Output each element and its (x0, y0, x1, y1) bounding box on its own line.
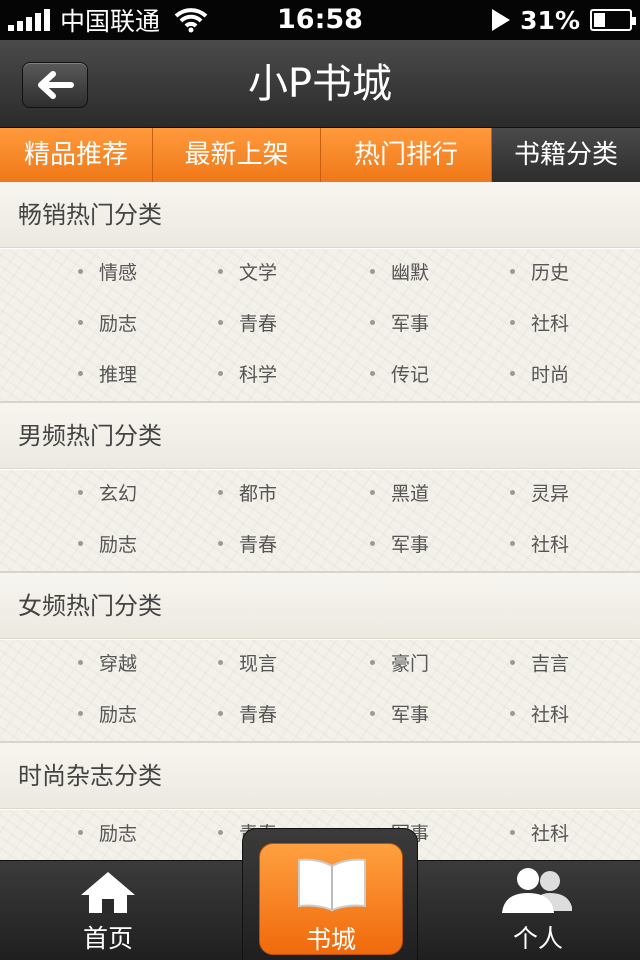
category-list[interactable]: 畅销热门分类 情感 文学 幽默 历史 励志 青春 军事 社科 推理 科学 传记 … (0, 182, 640, 860)
tabbar-me-label: 个人 (512, 924, 563, 953)
section-title: 时尚杂志分类 (0, 743, 640, 809)
category-item[interactable]: 励志 (78, 299, 137, 350)
category-item[interactable]: 穿越 (78, 639, 137, 690)
open-book-icon (298, 858, 366, 912)
category-item[interactable]: 军事 (370, 690, 429, 741)
play-icon (492, 9, 511, 31)
category-grid: 穿越 现言 豪门 吉言 励志 青春 军事 社科 (0, 639, 640, 743)
category-item[interactable]: 现言 (218, 639, 277, 690)
back-arrow-icon (38, 71, 74, 99)
tabbar-bookstore-frame: 书城 (242, 828, 418, 960)
category-item[interactable]: 文学 (218, 248, 277, 299)
page-title: 小P书城 (247, 61, 393, 107)
grid-row: 情感 文学 幽默 历史 (0, 248, 640, 299)
tabbar-home[interactable]: 首页 (28, 861, 188, 960)
carrier-name: 中国联通 (60, 7, 161, 36)
battery-icon (590, 9, 636, 31)
status-bar: 中国联通 16:58 31% (0, 0, 640, 40)
category-grid: 情感 文学 幽默 历史 励志 青春 军事 社科 推理 科学 传记 时尚 (0, 248, 640, 403)
category-item[interactable]: 励志 (78, 690, 137, 741)
grid-row: 励志 青春 军事 社科 (0, 690, 640, 741)
people-icon (502, 868, 572, 913)
category-item[interactable]: 军事 (370, 299, 429, 350)
tab-new-arrivals[interactable]: 最新上架 (153, 128, 321, 182)
category-item[interactable]: 时尚 (510, 350, 569, 401)
tab-book-categories[interactable]: 书籍分类 (492, 128, 640, 182)
category-grid: 玄幻 都市 黑道 灵异 励志 青春 军事 社科 (0, 469, 640, 573)
category-item[interactable]: 青春 (218, 690, 277, 741)
category-item[interactable]: 情感 (78, 248, 137, 299)
category-item[interactable]: 科学 (218, 350, 277, 401)
category-item[interactable]: 励志 (78, 809, 137, 860)
back-button[interactable] (22, 62, 88, 108)
wifi-icon (174, 8, 208, 33)
category-item[interactable]: 灵异 (510, 469, 569, 520)
nav-bar: 小P书城 (0, 40, 640, 128)
category-item[interactable]: 都市 (218, 469, 277, 520)
category-item[interactable]: 豪门 (370, 639, 429, 690)
section-title: 畅销热门分类 (0, 182, 640, 248)
category-item[interactable]: 玄幻 (78, 469, 137, 520)
category-item[interactable]: 社科 (510, 809, 569, 860)
signal-icon (8, 9, 50, 31)
category-item[interactable]: 历史 (510, 248, 569, 299)
grid-row: 励志 青春 军事 社科 (0, 299, 640, 350)
category-item[interactable]: 社科 (510, 690, 569, 741)
category-item[interactable]: 青春 (218, 299, 277, 350)
grid-row: 玄幻 都市 黑道 灵异 (0, 469, 640, 520)
grid-row: 推理 科学 传记 时尚 (0, 350, 640, 401)
grid-row: 穿越 现言 豪门 吉言 (0, 639, 640, 690)
category-item[interactable]: 励志 (78, 520, 137, 571)
app-screen: 中国联通 16:58 31% 小P书城 精品推荐 最新上架 热门排行 书籍分类 (0, 0, 640, 960)
battery-percent: 31% (520, 5, 580, 35)
section-title: 女频热门分类 (0, 573, 640, 639)
tabbar-me[interactable]: 个人 (458, 861, 618, 960)
category-item[interactable]: 黑道 (370, 469, 429, 520)
tabbar-bookstore[interactable]: 书城 (259, 843, 403, 955)
battery-fill (594, 13, 605, 27)
section-title: 男频热门分类 (0, 403, 640, 469)
home-icon (81, 872, 135, 913)
tabbar-home-label: 首页 (82, 924, 133, 953)
tab-hot-ranking[interactable]: 热门排行 (321, 128, 492, 182)
category-item[interactable]: 传记 (370, 350, 429, 401)
category-item[interactable]: 军事 (370, 520, 429, 571)
category-item[interactable]: 社科 (510, 520, 569, 571)
category-tabs: 精品推荐 最新上架 热门排行 书籍分类 (0, 128, 640, 182)
grid-row: 励志 青春 军事 社科 (0, 520, 640, 571)
category-item[interactable]: 社科 (510, 299, 569, 350)
tab-featured[interactable]: 精品推荐 (0, 128, 153, 182)
tabbar-bookstore-label: 书城 (305, 925, 356, 954)
category-item[interactable]: 吉言 (510, 639, 569, 690)
category-item[interactable]: 青春 (218, 520, 277, 571)
category-item[interactable]: 推理 (78, 350, 137, 401)
category-item[interactable]: 幽默 (370, 248, 429, 299)
